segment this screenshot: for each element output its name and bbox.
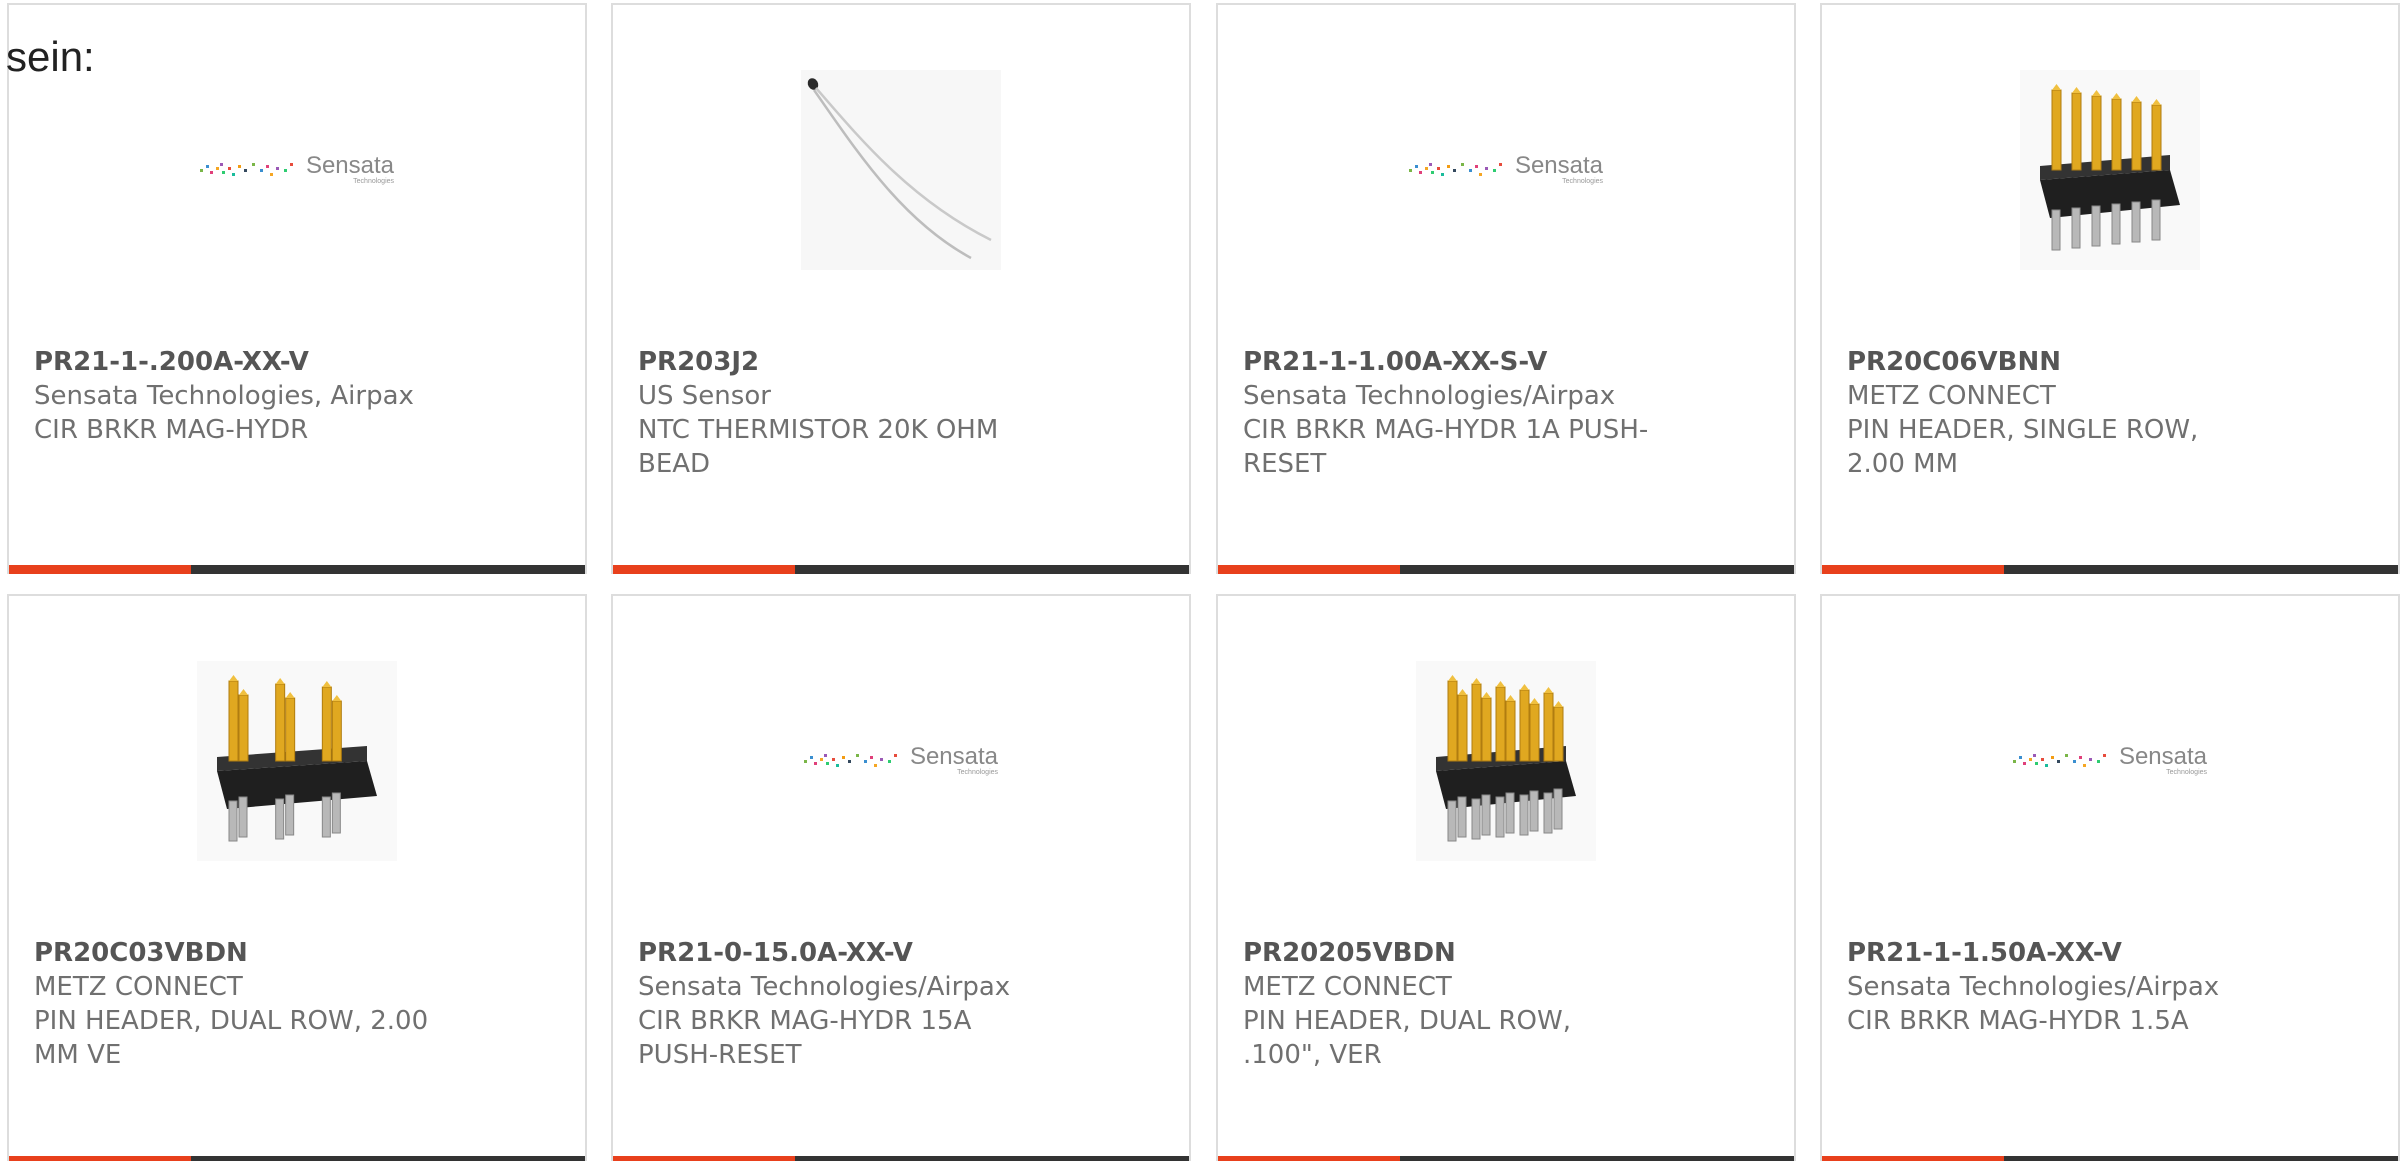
product-part-number[interactable]: PR20C06VBNN	[1847, 345, 2258, 379]
sensata-logo-dots	[803, 754, 897, 767]
card-accent-bar	[1218, 565, 1400, 574]
product-info: PR21-1-1.50A-XX-V Sensata Technologies/A…	[1847, 936, 2258, 1038]
product-description: CIR BRKR MAG-HYDR 1.5A	[1847, 1006, 2189, 1036]
card-bottom-bar	[9, 565, 585, 574]
product-info: PR20C03VBDN METZ CONNECT PIN HEADER, DUA…	[34, 936, 445, 1072]
product-manufacturer: Sensata Technologies/Airpax	[1847, 972, 2220, 1002]
product-manufacturer: Sensata Technologies, Airpax	[34, 381, 414, 411]
sensata-logo-name: Sensata	[2118, 743, 2208, 770]
sensata-logo-sub: Technologies	[353, 178, 395, 185]
product-image[interactable]: Sensata Technologies	[9, 5, 585, 335]
sensata-logo: Sensata Technologies	[1408, 152, 1604, 186]
card-accent-bar	[1218, 1156, 1400, 1161]
product-description: PIN HEADER, DUAL ROW, 2.00 MM VE	[34, 1006, 429, 1070]
product-description: CIR BRKR MAG-HYDR 1A PUSH-RESET	[1243, 415, 1649, 479]
card-bottom-bar	[1822, 1156, 2398, 1161]
product-part-number[interactable]: PR21-1-1.00A-XX-S-V	[1243, 345, 1654, 379]
card-accent-bar	[1822, 1156, 2004, 1161]
product-card[interactable]: Sensata Technologies PR21-0-15.0A-XX-V S…	[611, 594, 1191, 1161]
page: sein: Sensata Technologies PR21-1-.200A-…	[0, 0, 2400, 1161]
card-bottom-bar	[1822, 565, 2398, 574]
product-info: PR203J2 US Sensor NTC THERMISTOR 20K OHM…	[638, 345, 1049, 481]
sensata-logo: Sensata Technologies	[199, 152, 395, 186]
card-accent-bar	[613, 1156, 795, 1161]
card-bottom-bar	[1218, 1156, 1794, 1161]
card-bottom-bar	[9, 1156, 585, 1161]
product-description: NTC THERMISTOR 20K OHM BEAD	[638, 415, 999, 479]
product-card[interactable]: PR203J2 US Sensor NTC THERMISTOR 20K OHM…	[611, 3, 1191, 574]
product-info: PR20C06VBNN METZ CONNECT PIN HEADER, SIN…	[1847, 345, 2258, 481]
pin-header-image	[1416, 661, 1596, 861]
product-info: PR21-1-.200A-XX-V Sensata Technologies, …	[34, 345, 445, 447]
product-description: PIN HEADER, SINGLE ROW, 2.00 MM	[1847, 415, 2199, 479]
product-manufacturer: Sensata Technologies/Airpax	[1243, 381, 1616, 411]
product-part-number[interactable]: PR21-1-.200A-XX-V	[34, 345, 445, 379]
card-accent-bar	[1822, 565, 2004, 574]
product-image[interactable]	[1822, 5, 2398, 335]
sensata-logo-sub: Technologies	[957, 769, 999, 776]
product-image[interactable]	[1218, 596, 1794, 926]
product-image[interactable]: Sensata Technologies	[1218, 5, 1794, 335]
card-bottom-bar	[613, 565, 1189, 574]
card-bottom-bar	[1218, 565, 1794, 574]
product-card[interactable]: PR20C06VBNN METZ CONNECT PIN HEADER, SIN…	[1820, 3, 2400, 574]
card-bottom-bar	[613, 1156, 1189, 1161]
product-manufacturer: US Sensor	[638, 381, 771, 411]
product-image[interactable]	[613, 5, 1189, 335]
product-manufacturer: METZ CONNECT	[1243, 972, 1452, 1002]
sensata-logo-dots	[199, 163, 293, 176]
product-part-number[interactable]: PR21-1-1.50A-XX-V	[1847, 936, 2258, 970]
card-accent-bar	[613, 565, 795, 574]
product-card[interactable]: Sensata Technologies PR21-1-1.50A-XX-V S…	[1820, 594, 2400, 1161]
product-manufacturer: METZ CONNECT	[1847, 381, 2056, 411]
product-part-number[interactable]: PR21-0-15.0A-XX-V	[638, 936, 1049, 970]
product-part-number[interactable]: PR20C03VBDN	[34, 936, 445, 970]
sensata-logo-dots	[2012, 754, 2106, 767]
product-image[interactable]: Sensata Technologies	[613, 596, 1189, 926]
card-accent-bar	[9, 1156, 191, 1161]
product-info: PR21-1-1.00A-XX-S-V Sensata Technologies…	[1243, 345, 1654, 481]
product-info: PR20205VBDN METZ CONNECT PIN HEADER, DUA…	[1243, 936, 1654, 1072]
sensata-logo: Sensata Technologies	[803, 743, 999, 777]
sensata-logo-sub: Technologies	[1562, 178, 1604, 185]
product-part-number[interactable]: PR203J2	[638, 345, 1049, 379]
product-card[interactable]: Sensata Technologies PR21-1-.200A-XX-V S…	[7, 3, 587, 574]
product-image[interactable]	[9, 596, 585, 926]
sensata-logo-dots	[1408, 163, 1502, 176]
product-card[interactable]: PR20C03VBDN METZ CONNECT PIN HEADER, DUA…	[7, 594, 587, 1161]
pin-header-image	[197, 661, 397, 861]
product-manufacturer: Sensata Technologies/Airpax	[638, 972, 1011, 1002]
product-part-number[interactable]: PR20205VBDN	[1243, 936, 1654, 970]
pin-header-image	[2020, 70, 2200, 270]
product-info: PR21-0-15.0A-XX-V Sensata Technologies/A…	[638, 936, 1049, 1072]
intro-text: sein:	[6, 33, 95, 80]
product-description: CIR BRKR MAG-HYDR 15A PUSH-RESET	[638, 1006, 972, 1070]
thermistor-image	[801, 70, 1001, 270]
product-manufacturer: METZ CONNECT	[34, 972, 243, 1002]
sensata-logo: Sensata Technologies	[2012, 743, 2208, 777]
product-image[interactable]: Sensata Technologies	[1822, 596, 2398, 926]
sensata-logo-sub: Technologies	[2166, 769, 2208, 776]
product-card[interactable]: Sensata Technologies PR21-1-1.00A-XX-S-V…	[1216, 3, 1796, 574]
card-accent-bar	[9, 565, 191, 574]
sensata-logo-name: Sensata	[1514, 152, 1604, 179]
product-description: CIR BRKR MAG-HYDR	[34, 415, 309, 445]
sensata-logo-name: Sensata	[909, 743, 999, 770]
product-card[interactable]: PR20205VBDN METZ CONNECT PIN HEADER, DUA…	[1216, 594, 1796, 1161]
product-description: PIN HEADER, DUAL ROW, .100", VER	[1243, 1006, 1571, 1070]
sensata-logo-name: Sensata	[305, 152, 395, 179]
